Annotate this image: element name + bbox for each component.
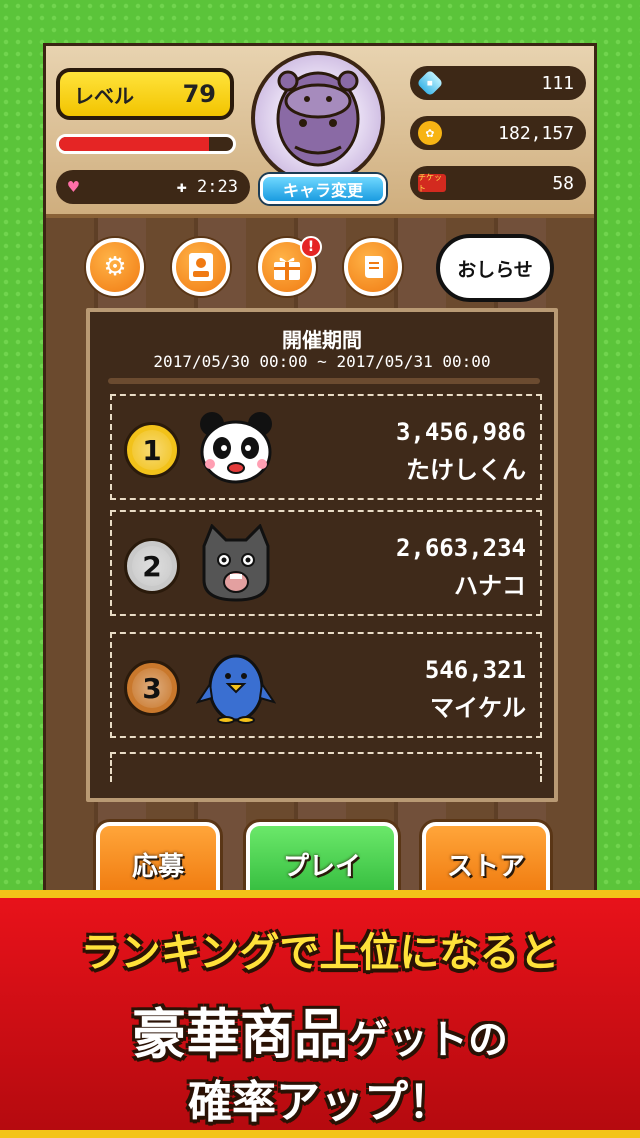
banner-line-1: ランキングで上位になると bbox=[80, 930, 560, 976]
ticket-count: 58 bbox=[552, 172, 574, 194]
hp-bar bbox=[56, 134, 236, 154]
change-character-button[interactable]: キャラ変更 bbox=[260, 174, 386, 204]
hp-fill bbox=[59, 137, 209, 151]
scroll-icon bbox=[365, 256, 383, 278]
ranking-row-4 bbox=[110, 752, 542, 782]
ticket-pill: チケット 58 bbox=[410, 166, 586, 200]
settings-button[interactable]: ⚙ bbox=[86, 238, 144, 296]
gold-medal-icon: 1 bbox=[124, 422, 180, 478]
ranking-score: 546,321 bbox=[424, 656, 526, 684]
banner-line-3: 確率アップ！ bbox=[188, 1077, 452, 1128]
ranking-name: たけしくん bbox=[406, 456, 526, 484]
period-range: 2017/05/30 00:00 ~ 2017/05/31 00:00 bbox=[153, 352, 491, 371]
level-value: 79 bbox=[182, 80, 216, 108]
ranking-board: 開催期間 2017/05/30 00:00 ~ 2017/05/31 00:00… bbox=[86, 308, 558, 802]
avatar[interactable] bbox=[251, 51, 385, 185]
ranking-name: ハナコ bbox=[454, 572, 526, 600]
status-header: レベル 79 ♥ ✚ 2:23 キャラ変更 ◆ 111 ✿ 182,157 チケ… bbox=[46, 46, 594, 218]
hippo-avatar bbox=[276, 70, 360, 167]
gem-count: 111 bbox=[541, 72, 574, 94]
gift-icon bbox=[274, 257, 300, 280]
banner-line-2: 豪華商品ゲットの bbox=[0, 990, 640, 1069]
ranking-row-2[interactable]: 2 2,663,234 ハナコ bbox=[110, 510, 542, 616]
paw-coin-icon: ✿ bbox=[418, 121, 442, 145]
ranking-score: 3,456,986 bbox=[395, 418, 526, 446]
gift-badge: ! bbox=[300, 236, 322, 258]
banner-line-2-big: 豪華商品 bbox=[132, 1003, 348, 1066]
coin-pill: ✿ 182,157 bbox=[410, 116, 586, 150]
profile-card-icon bbox=[189, 253, 213, 281]
silver-medal-icon: 2 bbox=[124, 538, 180, 594]
divider bbox=[108, 378, 540, 384]
medal-rank: 2 bbox=[132, 546, 172, 586]
level-label: レベル bbox=[74, 83, 134, 108]
penguin-avatar bbox=[196, 654, 276, 724]
ranking-score: 2,663,234 bbox=[395, 534, 526, 562]
scroll-button[interactable] bbox=[344, 238, 402, 296]
ranking-row-1[interactable]: 1 3,456,986 たけしくん bbox=[110, 394, 542, 500]
game-frame: レベル 79 ♥ ✚ 2:23 キャラ変更 ◆ 111 ✿ 182,157 チケ… bbox=[43, 43, 597, 943]
gray-cat-avatar bbox=[202, 524, 270, 602]
gem-icon: ◆ bbox=[416, 69, 444, 97]
heart-timer: ✚ 2:23 bbox=[176, 177, 238, 197]
period-title: 開催期間 bbox=[282, 328, 362, 352]
gear-icon: ⚙ bbox=[103, 252, 127, 282]
promo-banner: ランキングで上位になると 豪華商品ゲットの 確率アップ！ bbox=[0, 890, 640, 1138]
heart-icon: ♥ bbox=[68, 176, 79, 198]
medal-rank: 1 bbox=[132, 430, 172, 470]
ranking-row-3[interactable]: 3 546,321 マイケル bbox=[110, 632, 542, 738]
heart-timer-pill: ♥ ✚ 2:23 bbox=[56, 170, 250, 204]
profile-button[interactable] bbox=[172, 238, 230, 296]
gem-pill: ◆ 111 bbox=[410, 66, 586, 100]
coin-count: 182,157 bbox=[498, 122, 574, 144]
panda-avatar bbox=[200, 412, 272, 484]
level-box: レベル 79 bbox=[56, 68, 234, 120]
bronze-medal-icon: 3 bbox=[124, 660, 180, 716]
banner-line-2-small: ゲットの bbox=[348, 1017, 508, 1063]
ticket-icon: チケット bbox=[418, 173, 446, 193]
medal-rank: 3 bbox=[132, 668, 172, 708]
news-button[interactable]: おしらせ bbox=[436, 234, 554, 302]
gift-button[interactable]: ! bbox=[258, 236, 322, 296]
ranking-name: マイケル bbox=[430, 694, 526, 722]
